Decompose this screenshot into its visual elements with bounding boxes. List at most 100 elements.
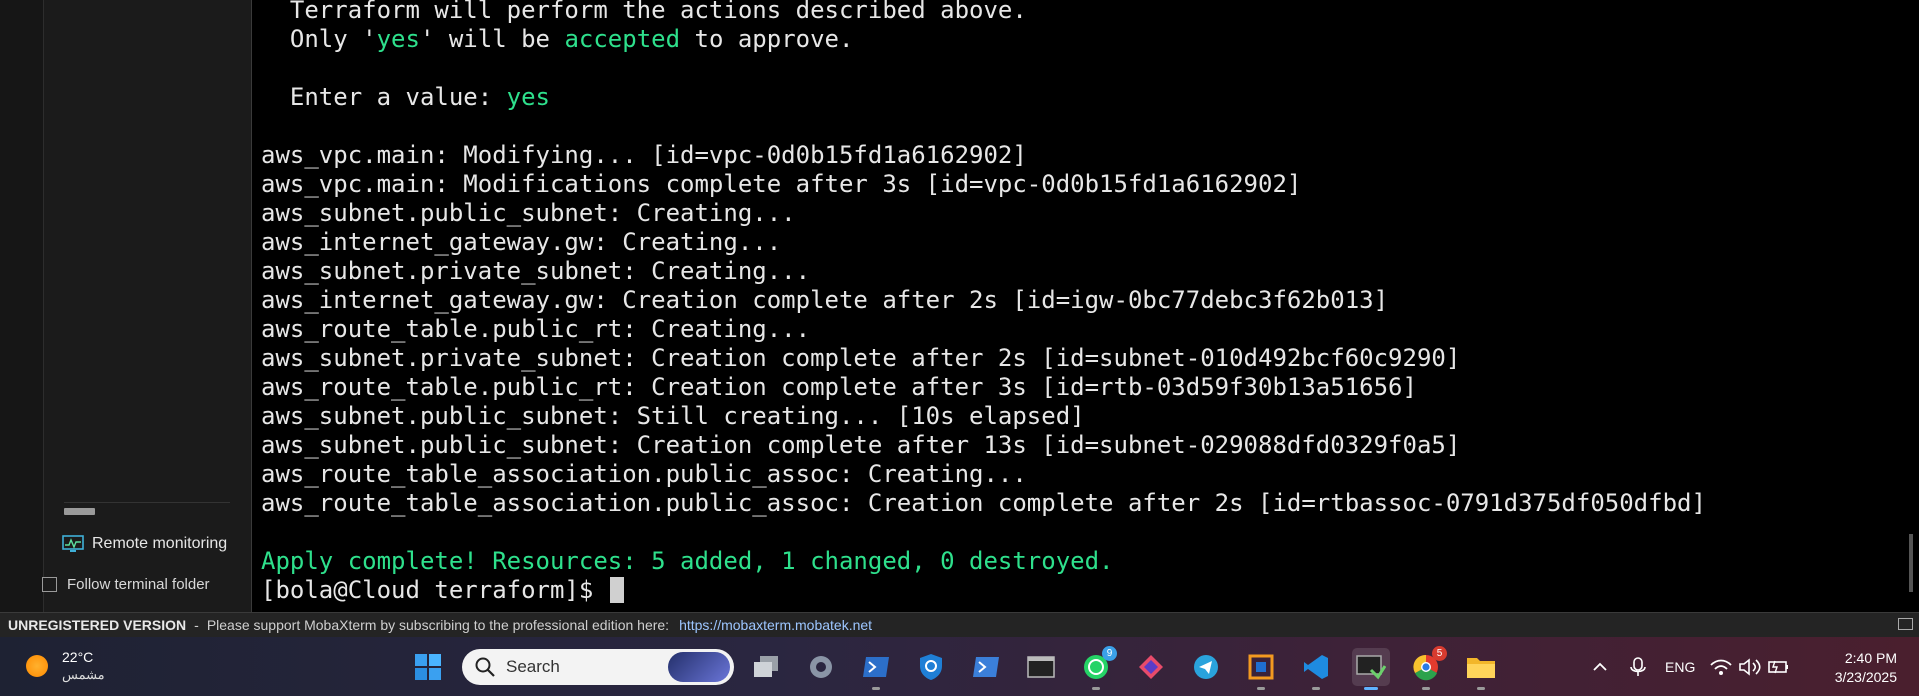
terminal-text-segment: Enter a value: [261, 83, 507, 111]
terminal-text-segment: ' will be [419, 25, 565, 53]
terminal-text-segment: aws_subnet.private_subnet: Creation comp… [261, 344, 1461, 372]
taskbar-clock[interactable]: 2:40 PM 3/23/2025 [1835, 649, 1897, 687]
running-indicator [1257, 687, 1265, 690]
terminal-text-segment: aws_route_table.public_rt: Creating... [261, 315, 811, 343]
window-icon[interactable] [1898, 618, 1913, 630]
chevron-up-icon[interactable] [1585, 657, 1615, 677]
task-view-button[interactable] [747, 648, 785, 686]
vscode-icon [1304, 655, 1328, 679]
weather-description: مشمس [62, 667, 105, 682]
terminal-line: aws_route_table_association.public_assoc… [261, 489, 1706, 518]
terminal-line: Only 'yes' will be accepted to approve. [261, 25, 854, 54]
terminal-text-segment: aws_route_table_association.public_assoc… [261, 489, 1706, 517]
telegram-app[interactable] [1187, 648, 1225, 686]
terminal-text-segment: yes [506, 83, 550, 111]
settings-app[interactable] [802, 648, 840, 686]
volume-icon[interactable] [1737, 657, 1763, 677]
terminal-line: aws_internet_gateway.gw: Creation comple… [261, 286, 1388, 315]
mobaxterm-app[interactable] [1352, 648, 1390, 690]
whatsapp-app[interactable]: 9 [1077, 646, 1117, 690]
sidebar-scrollbar[interactable] [64, 508, 95, 515]
weather-temperature: 22°C [62, 649, 94, 665]
chrome-notification-badge: 5 [1432, 646, 1447, 661]
mobaxterm-website-link[interactable]: https://mobaxterm.mobatek.net [679, 617, 872, 633]
running-indicator [1422, 687, 1430, 690]
clock-date: 3/23/2025 [1834, 669, 1897, 685]
powershell-icon [973, 657, 999, 677]
support-message: Please support MobaXterm by subscribing … [206, 617, 670, 633]
chrome-app[interactable]: 5 [1407, 646, 1447, 690]
terminal-scrollbar[interactable] [1909, 534, 1913, 592]
powershell-app[interactable] [857, 648, 895, 690]
mobaxterm-icon [1356, 655, 1386, 680]
search-highlight-image [668, 652, 730, 682]
terminal-text-segment: yes [376, 25, 420, 53]
telegram-icon [1194, 655, 1218, 679]
terminal-text-segment: [bola@Cloud terraform]$ [261, 576, 608, 604]
powershell-icon [863, 657, 889, 677]
system-tray: ENG [1585, 637, 1791, 696]
terminal-text-segment: Terraform will perform the actions descr… [261, 0, 1027, 24]
terminal-line: aws_internet_gateway.gw: Creating... [261, 228, 781, 257]
follow-terminal-folder-option[interactable]: Follow terminal folder [42, 576, 210, 593]
terminal-app[interactable] [1022, 648, 1060, 686]
terminal-line: Enter a value: yes [261, 83, 550, 112]
snipping-tool-app[interactable] [1132, 648, 1170, 686]
microphone-icon[interactable] [1621, 656, 1655, 678]
status-separator: - [194, 617, 199, 633]
clock-time: 2:40 PM [1844, 650, 1897, 666]
defender-app[interactable] [912, 648, 950, 686]
terminal-line: aws_route_table_association.public_assoc… [261, 460, 1027, 489]
running-indicator [872, 687, 880, 690]
sidebar: Remote monitoring Follow terminal folder [0, 0, 252, 612]
windows-logo-icon [415, 654, 441, 680]
file-explorer-app[interactable] [1462, 648, 1500, 690]
follow-terminal-folder-checkbox[interactable] [42, 577, 57, 592]
terminal-text-segment: aws_subnet.private_subnet: Creating... [261, 257, 811, 285]
taskbar: 22°C مشمس Search 9 5 ENG 2:40 PM 3/23/20… [0, 637, 1919, 696]
vscode-app[interactable] [1297, 648, 1335, 690]
terminal-line: aws_subnet.public_subnet: Creating... [261, 199, 796, 228]
terminal-output[interactable]: Terraform will perform the actions descr… [252, 0, 1919, 612]
start-button[interactable] [409, 648, 447, 686]
terminal-text-segment: aws_subnet.public_subnet: Creation compl… [261, 431, 1461, 459]
terminal-line: aws_route_table.public_rt: Creation comp… [261, 373, 1417, 402]
virtualbox-app[interactable] [1242, 648, 1280, 690]
terminal-line: aws_subnet.public_subnet: Creation compl… [261, 431, 1460, 460]
powershell-admin-app[interactable] [967, 648, 1005, 686]
terminal-text-segment: aws_route_table_association.public_assoc… [261, 460, 1027, 488]
terminal-text-segment: aws_internet_gateway.gw: Creation comple… [261, 286, 1389, 314]
monitor-chart-icon [62, 535, 84, 552]
running-indicator [1477, 687, 1485, 690]
status-bar: UNREGISTERED VERSION - Please support Mo… [0, 612, 1919, 637]
gear-icon [810, 656, 832, 678]
folder-icon [1467, 658, 1495, 678]
terminal-text-segment: Apply complete! Resources: 5 added, 1 ch… [261, 547, 1114, 575]
terminal-text-segment: aws_vpc.main: Modifying... [id=vpc-0d0b1… [261, 141, 1027, 169]
terminal-line: aws_vpc.main: Modifying... [id=vpc-0d0b1… [261, 141, 1027, 170]
weather-widget[interactable]: 22°C مشمس [26, 649, 105, 683]
terminal-text-segment: aws_subnet.public_subnet: Still creating… [261, 402, 1085, 430]
terminal-cursor [609, 577, 624, 603]
remote-monitoring-button[interactable]: Remote monitoring [62, 530, 227, 558]
search-icon [475, 657, 495, 677]
battery-icon[interactable] [1765, 657, 1791, 677]
terminal-text-segment: aws_internet_gateway.gw: Creating... [261, 228, 782, 256]
active-indicator [1364, 687, 1378, 690]
terminal-line: aws_subnet.public_subnet: Still creating… [261, 402, 1085, 431]
task-view-icon [754, 656, 778, 677]
sun-icon [26, 655, 48, 677]
terminal-line: aws_subnet.private_subnet: Creation comp… [261, 344, 1460, 373]
terminal-line: [bola@Cloud terraform]$ [261, 576, 624, 605]
terminal-text-segment: accepted [564, 25, 681, 53]
terminal-line: aws_subnet.private_subnet: Creating... [261, 257, 810, 286]
scissors-icon [1139, 655, 1163, 679]
wifi-icon[interactable] [1709, 657, 1733, 677]
terminal-line: aws_vpc.main: Modifications complete aft… [261, 170, 1301, 199]
input-language-indicator[interactable]: ENG [1665, 659, 1695, 675]
terminal-line: aws_route_table.public_rt: Creating... [261, 315, 810, 344]
shield-icon [920, 654, 942, 680]
cube-icon [1248, 654, 1274, 680]
terminal-text-segment: Only ' [261, 25, 377, 53]
taskbar-search[interactable]: Search [462, 649, 734, 685]
